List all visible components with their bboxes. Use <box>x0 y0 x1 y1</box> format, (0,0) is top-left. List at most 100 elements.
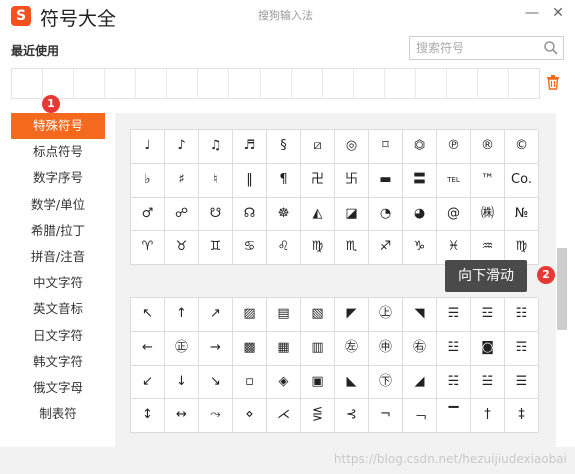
symbol-cell[interactable]: ㊣ <box>165 331 199 366</box>
symbol-cell[interactable]: ☲ <box>471 298 505 332</box>
search-icon[interactable] <box>543 40 559 56</box>
symbol-cell[interactable]: № <box>505 197 539 232</box>
search-box[interactable] <box>409 36 564 60</box>
symbol-cell[interactable]: ↘ <box>199 365 233 400</box>
symbol-cell[interactable]: ♬ <box>233 130 267 164</box>
symbol-cell[interactable]: ♌ <box>267 231 301 265</box>
symbol-cell[interactable]: ▩ <box>233 331 267 366</box>
symbol-cell[interactable]: ▦ <box>267 331 301 366</box>
symbol-cell[interactable]: ﹁ <box>403 399 437 433</box>
sidebar-item[interactable]: 俄文字母 <box>11 375 105 401</box>
symbol-cell[interactable]: ¶ <box>267 163 301 198</box>
sidebar-item[interactable]: 标点符号 <box>11 139 105 165</box>
recent-symbol-cell[interactable] <box>292 69 323 98</box>
trash-icon[interactable] <box>546 74 560 90</box>
symbol-cell[interactable]: ® <box>471 130 505 164</box>
symbol-cell[interactable]: ☍ <box>165 197 199 232</box>
recent-symbol-cell[interactable] <box>354 69 385 98</box>
symbol-cell[interactable]: 卍 <box>301 163 335 198</box>
symbol-cell[interactable]: ◈ <box>267 365 301 400</box>
symbol-cell[interactable]: ◢ <box>403 365 437 400</box>
recent-symbol-cell[interactable] <box>323 69 354 98</box>
recent-symbol-cell[interactable] <box>105 69 137 98</box>
symbol-cell[interactable]: ◔ <box>369 197 403 232</box>
symbol-cell[interactable]: ☋ <box>199 197 233 232</box>
symbol-cell[interactable]: ← <box>131 331 165 366</box>
symbol-cell[interactable]: ㊥ <box>369 331 403 366</box>
recent-symbol-cell[interactable] <box>478 69 509 98</box>
symbol-cell[interactable]: ☳ <box>437 331 471 366</box>
symbol-cell[interactable]: ◥ <box>403 298 437 332</box>
symbol-cell[interactable]: ☷ <box>505 298 539 332</box>
symbol-cell[interactable]: ♍ <box>301 231 335 265</box>
symbol-cell[interactable]: ♭ <box>131 163 165 198</box>
symbol-cell[interactable]: ㈱ <box>471 197 505 232</box>
symbol-cell[interactable]: ㊦ <box>369 365 403 400</box>
symbol-cell[interactable]: ↔ <box>165 399 199 433</box>
symbol-cell[interactable]: @ <box>437 197 471 232</box>
symbol-cell[interactable]: ‡ <box>505 399 539 433</box>
scrollbar-thumb[interactable] <box>557 248 567 330</box>
sidebar-item[interactable]: 数字序号 <box>11 165 105 191</box>
recent-symbol-cell[interactable] <box>12 69 44 98</box>
symbol-cell[interactable]: ™ <box>471 163 505 198</box>
recent-symbol-cell[interactable] <box>509 69 539 98</box>
sidebar-item[interactable]: 英文音标 <box>11 296 105 322</box>
symbol-cell[interactable]: ℗ <box>437 130 471 164</box>
symbol-cell[interactable]: ◕ <box>403 197 437 232</box>
symbol-cell[interactable]: ㊨ <box>403 331 437 366</box>
sidebar-item[interactable]: 特殊符号 <box>11 113 105 140</box>
symbol-cell[interactable]: ♪ <box>165 130 199 164</box>
symbol-cell[interactable]: Co. <box>505 163 539 198</box>
recent-symbol-cell[interactable] <box>43 69 75 98</box>
symbol-cell[interactable]: ㊧ <box>335 331 369 366</box>
symbol-cell[interactable]: ▨ <box>233 298 267 332</box>
symbol-cell[interactable]: 〓 <box>403 163 437 198</box>
symbol-cell[interactable]: ¬ <box>369 399 403 433</box>
symbol-cell[interactable]: ☴ <box>437 298 471 332</box>
recent-symbol-cell[interactable] <box>167 69 199 98</box>
symbol-cell[interactable]: ↑ <box>165 298 199 332</box>
search-input[interactable] <box>416 39 536 57</box>
symbol-cell[interactable]: ♂ <box>131 197 165 232</box>
recent-symbol-cell[interactable] <box>385 69 416 98</box>
symbol-cell[interactable]: ▧ <box>301 298 335 332</box>
symbol-cell[interactable]: ☊ <box>233 197 267 232</box>
sidebar-item[interactable]: 日文字符 <box>11 323 105 349</box>
symbol-cell[interactable]: ▣ <box>301 365 335 400</box>
sidebar-item[interactable]: 拼音/注音 <box>11 244 105 270</box>
symbol-cell[interactable]: ▫ <box>233 365 267 400</box>
recent-symbol-cell[interactable] <box>198 69 230 98</box>
recent-symbol-cell[interactable] <box>74 69 106 98</box>
sidebar-item[interactable]: 中文字符 <box>11 270 105 296</box>
symbol-cell[interactable]: † <box>471 399 505 433</box>
symbol-cell[interactable]: ◣ <box>335 365 369 400</box>
symbol-cell[interactable]: ☰ <box>505 365 539 400</box>
symbol-cell[interactable]: ◪ <box>335 197 369 232</box>
recent-symbol-cell[interactable] <box>447 69 478 98</box>
symbol-cell[interactable]: ♯ <box>165 163 199 198</box>
symbol-cell[interactable]: ㊤ <box>369 298 403 332</box>
symbol-cell[interactable]: § <box>267 130 301 164</box>
recent-symbol-cell[interactable] <box>261 69 292 98</box>
minimize-button[interactable]: — <box>524 5 540 21</box>
symbol-cell[interactable]: ↓ <box>165 365 199 400</box>
symbol-cell[interactable]: ⊰ <box>335 399 369 433</box>
sidebar-item[interactable]: 希腊/拉丁 <box>11 218 105 244</box>
symbol-cell[interactable]: ↗ <box>199 298 233 332</box>
symbol-cell[interactable]: ☵ <box>437 365 471 400</box>
recent-symbol-cell[interactable] <box>136 69 168 98</box>
symbol-cell[interactable]: © <box>505 130 539 164</box>
symbol-cell[interactable]: ♈ <box>131 231 165 265</box>
symbol-cell[interactable]: ↖ <box>131 298 165 332</box>
symbol-cell[interactable]: ♊ <box>199 231 233 265</box>
symbol-cell[interactable]: ⤳ <box>199 399 233 433</box>
symbol-cell[interactable]: ♫ <box>199 130 233 164</box>
symbol-cell[interactable]: ♏ <box>335 231 369 265</box>
symbol-cell[interactable]: ◤ <box>335 298 369 332</box>
symbol-cell[interactable]: ♋ <box>233 231 267 265</box>
symbol-cell[interactable]: ♩ <box>131 130 165 164</box>
symbol-cell[interactable]: ☸ <box>267 197 301 232</box>
symbol-cell[interactable]: ⌑ <box>369 130 403 164</box>
symbol-cell[interactable]: ⏣ <box>403 130 437 164</box>
